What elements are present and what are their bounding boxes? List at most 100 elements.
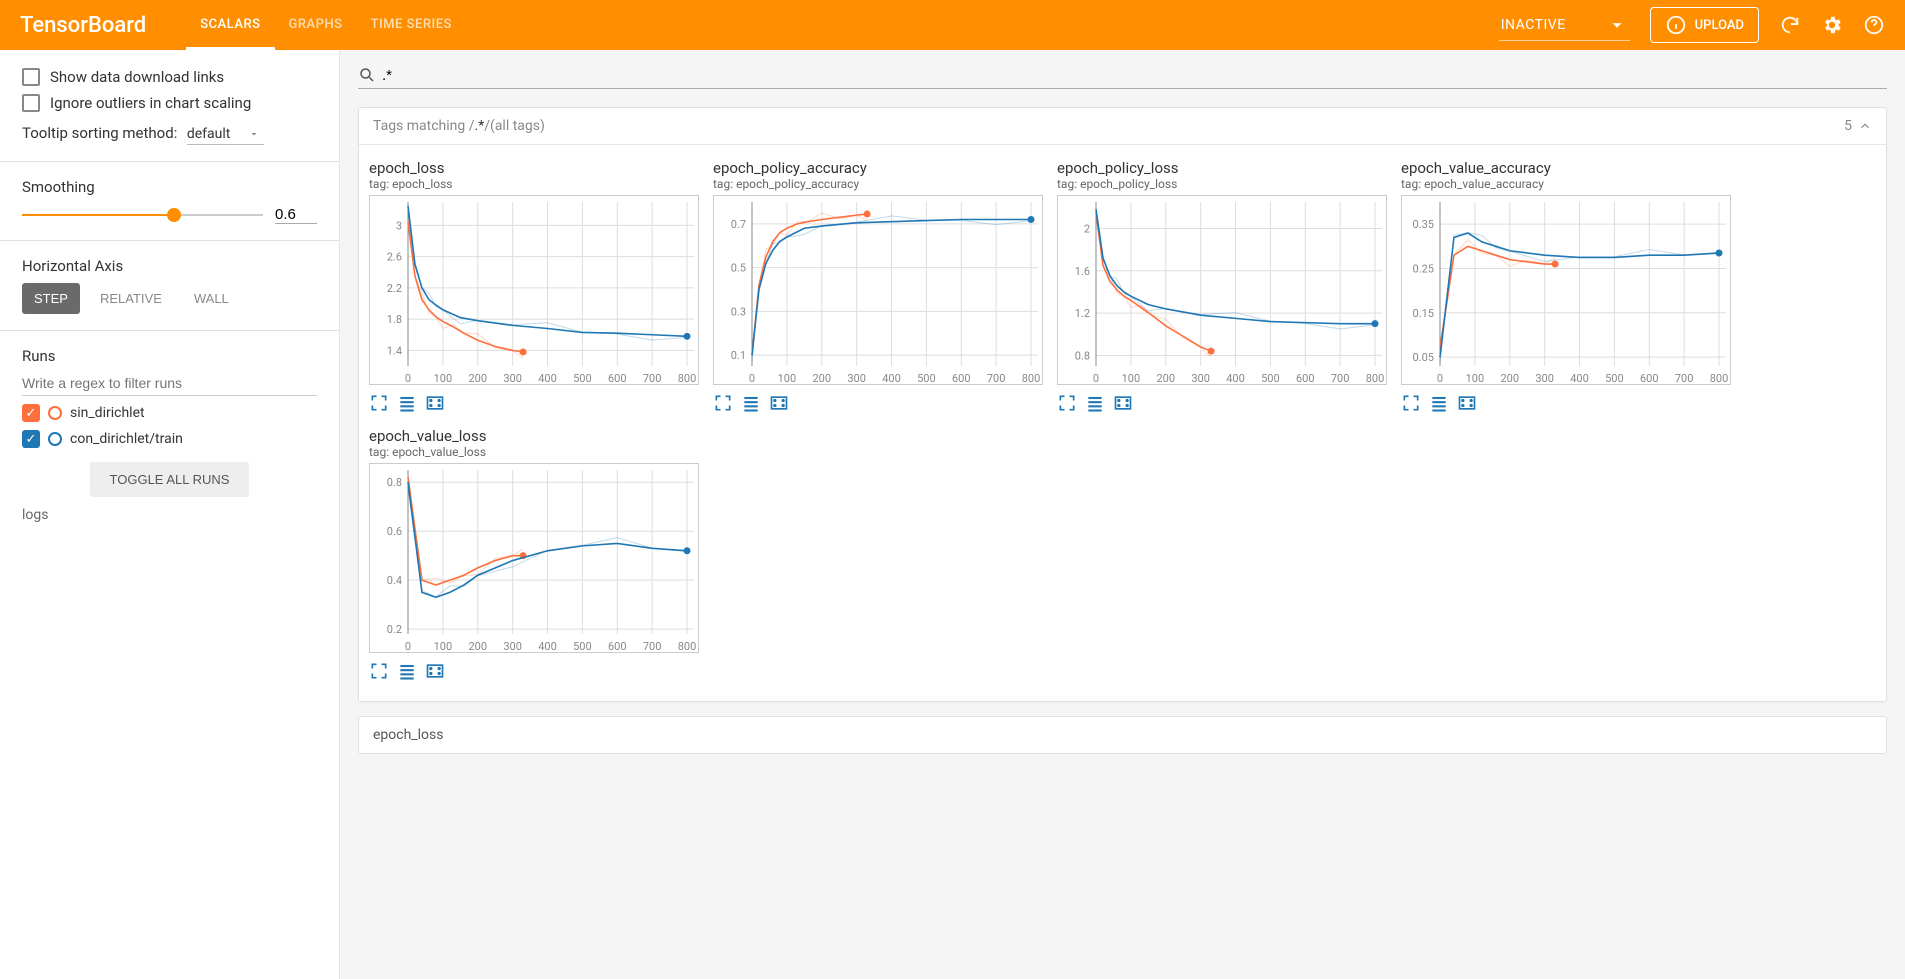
- run-name: sin_dirichlet: [70, 405, 145, 421]
- svg-text:400: 400: [538, 372, 557, 385]
- sidebar: Show data download links Ignore outliers…: [0, 50, 340, 979]
- svg-text:600: 600: [952, 372, 971, 385]
- haxis-wall[interactable]: WALL: [182, 283, 241, 314]
- chart-epoch_policy_loss: epoch_policy_loss tag: epoch_policy_loss…: [1057, 159, 1397, 413]
- next-card-title: epoch_loss: [373, 727, 443, 743]
- svg-text:200: 200: [1500, 372, 1519, 385]
- smoothing-label: Smoothing: [22, 178, 317, 196]
- svg-text:0: 0: [405, 372, 411, 385]
- expand-icon[interactable]: [369, 393, 389, 413]
- help-icon[interactable]: [1863, 14, 1885, 36]
- expand-icon[interactable]: [1057, 393, 1077, 413]
- svg-text:0.6: 0.6: [387, 525, 402, 538]
- svg-text:300: 300: [847, 372, 866, 385]
- runs-filter-input[interactable]: [22, 371, 317, 396]
- run-checkbox[interactable]: ✓: [22, 430, 40, 448]
- chevron-up-icon[interactable]: [1858, 119, 1872, 133]
- tags-header-suffix: /(all tags): [484, 118, 545, 134]
- svg-text:0: 0: [749, 372, 755, 385]
- chart-title: epoch_policy_accuracy: [713, 159, 1053, 177]
- chart-title: epoch_loss: [369, 159, 709, 177]
- run-row[interactable]: ✓ con_dirichlet/train: [22, 430, 317, 448]
- list-icon[interactable]: [741, 393, 761, 413]
- run-checkbox[interactable]: ✓: [22, 404, 40, 422]
- svg-text:400: 400: [538, 640, 557, 653]
- upload-button[interactable]: UPLOAD: [1650, 7, 1759, 43]
- list-icon[interactable]: [397, 661, 417, 681]
- show-download-label: Show data download links: [50, 68, 224, 86]
- svg-text:0: 0: [1437, 372, 1443, 385]
- info-icon: [1665, 14, 1687, 36]
- chart-title: epoch_value_accuracy: [1401, 159, 1741, 177]
- svg-text:300: 300: [503, 640, 522, 653]
- smoothing-input[interactable]: [275, 206, 317, 224]
- runs-label: Runs: [22, 347, 317, 365]
- ignore-outliers-checkbox[interactable]: [22, 94, 40, 112]
- fit-icon[interactable]: [425, 393, 445, 413]
- svg-text:700: 700: [643, 372, 662, 385]
- expand-icon[interactable]: [1401, 393, 1421, 413]
- svg-text:0.35: 0.35: [1413, 218, 1434, 231]
- main-content: Tags matching / .* /(all tags) 5 epoch_l…: [340, 50, 1905, 979]
- chart-epoch_loss: epoch_loss tag: epoch_loss 0100200300400…: [369, 159, 709, 413]
- tags-card-header[interactable]: Tags matching / .* /(all tags) 5: [359, 108, 1886, 145]
- chart-plot[interactable]: 01002003004005006007008000.050.150.250.3…: [1401, 195, 1731, 385]
- expand-icon[interactable]: [369, 661, 389, 681]
- fit-icon[interactable]: [1457, 393, 1477, 413]
- svg-text:600: 600: [608, 372, 627, 385]
- search-icon: [358, 66, 376, 84]
- refresh-icon[interactable]: [1779, 14, 1801, 36]
- chart-plot[interactable]: 01002003004005006007008000.10.30.50.7: [713, 195, 1043, 385]
- tag-filter-input[interactable]: [382, 67, 1887, 84]
- svg-text:800: 800: [1022, 372, 1041, 385]
- tags-card: Tags matching / .* /(all tags) 5 epoch_l…: [358, 107, 1887, 702]
- tab-timeseries[interactable]: TIME SERIES: [357, 0, 466, 50]
- svg-text:100: 100: [1122, 372, 1141, 385]
- list-icon[interactable]: [397, 393, 417, 413]
- plugins-select[interactable]: INACTIVE: [1499, 10, 1630, 41]
- haxis-relative[interactable]: RELATIVE: [88, 283, 174, 314]
- fit-icon[interactable]: [425, 661, 445, 681]
- list-icon[interactable]: [1085, 393, 1105, 413]
- svg-text:200: 200: [1156, 372, 1175, 385]
- list-icon[interactable]: [1429, 393, 1449, 413]
- chart-plot[interactable]: 01002003004005006007008001.41.82.22.63: [369, 195, 699, 385]
- tag-filter-row: [358, 66, 1887, 89]
- svg-text:0.8: 0.8: [1075, 349, 1090, 362]
- next-card[interactable]: epoch_loss: [358, 716, 1887, 754]
- fit-icon[interactable]: [769, 393, 789, 413]
- toggle-all-runs-button[interactable]: TOGGLE ALL RUNS: [90, 462, 250, 497]
- svg-text:0.1: 0.1: [731, 349, 746, 362]
- tab-scalars[interactable]: SCALARS: [186, 0, 274, 50]
- svg-text:0.7: 0.7: [731, 218, 746, 231]
- chart-plot[interactable]: 01002003004005006007008000.81.21.62: [1057, 195, 1387, 385]
- svg-text:600: 600: [1640, 372, 1659, 385]
- chart-plot[interactable]: 01002003004005006007008000.20.40.60.8: [369, 463, 699, 653]
- svg-text:300: 300: [503, 372, 522, 385]
- svg-text:400: 400: [882, 372, 901, 385]
- svg-text:1.2: 1.2: [1075, 307, 1090, 320]
- run-row[interactable]: ✓ sin_dirichlet: [22, 404, 317, 422]
- svg-text:3: 3: [396, 219, 402, 232]
- header-tabs: SCALARS GRAPHS TIME SERIES: [186, 0, 466, 50]
- haxis-label: Horizontal Axis: [22, 257, 317, 275]
- chart-epoch_value_loss: epoch_value_loss tag: epoch_value_loss 0…: [369, 427, 709, 681]
- svg-text:600: 600: [608, 640, 627, 653]
- fit-icon[interactable]: [1113, 393, 1133, 413]
- expand-icon[interactable]: [713, 393, 733, 413]
- show-download-checkbox[interactable]: [22, 68, 40, 86]
- gear-icon[interactable]: [1821, 14, 1843, 36]
- haxis-step[interactable]: STEP: [22, 283, 80, 314]
- svg-text:500: 500: [573, 640, 592, 653]
- chart-title: epoch_value_loss: [369, 427, 709, 445]
- svg-text:600: 600: [1296, 372, 1315, 385]
- smoothing-slider[interactable]: [22, 214, 263, 216]
- tab-graphs[interactable]: GRAPHS: [275, 0, 357, 50]
- run-name: con_dirichlet/train: [70, 431, 183, 447]
- tags-count: 5: [1844, 118, 1852, 134]
- tooltip-sort-label: Tooltip sorting method:: [22, 124, 177, 142]
- tooltip-sort-select[interactable]: default: [187, 124, 265, 145]
- svg-text:2.6: 2.6: [387, 251, 402, 264]
- svg-text:800: 800: [1710, 372, 1729, 385]
- run-color-icon: [48, 432, 62, 446]
